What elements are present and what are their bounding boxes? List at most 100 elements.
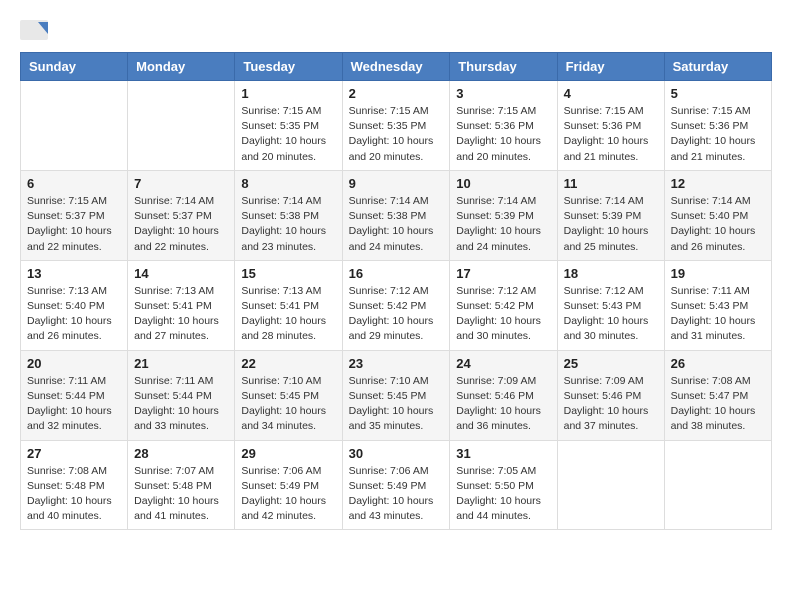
calendar-cell: 3 Sunrise: 7:15 AM Sunset: 5:36 PM Daylig… <box>450 81 557 171</box>
weekday-header-monday: Monday <box>128 53 235 81</box>
day-detail: Sunrise: 7:09 AM Sunset: 5:46 PM Dayligh… <box>564 374 658 435</box>
day-number: 5 <box>671 86 765 101</box>
calendar-cell: 23 Sunrise: 7:10 AM Sunset: 5:45 PM Dayli… <box>342 350 450 440</box>
day-detail: Sunrise: 7:14 AM Sunset: 5:40 PM Dayligh… <box>671 194 765 255</box>
day-number: 7 <box>134 176 228 191</box>
calendar-cell: 19 Sunrise: 7:11 AM Sunset: 5:43 PM Dayli… <box>664 260 771 350</box>
day-number: 24 <box>456 356 550 371</box>
calendar-cell: 7 Sunrise: 7:14 AM Sunset: 5:37 PM Daylig… <box>128 170 235 260</box>
calendar-cell: 28 Sunrise: 7:07 AM Sunset: 5:48 PM Dayli… <box>128 440 235 530</box>
day-number: 20 <box>27 356 121 371</box>
day-number: 4 <box>564 86 658 101</box>
calendar-cell: 22 Sunrise: 7:10 AM Sunset: 5:45 PM Dayli… <box>235 350 342 440</box>
day-number: 15 <box>241 266 335 281</box>
calendar-cell: 14Sunrise: 7:13 AM Sunset: 5:41 PM Dayli… <box>128 260 235 350</box>
day-number: 14 <box>134 266 228 281</box>
day-number: 8 <box>241 176 335 191</box>
day-number: 1 <box>241 86 335 101</box>
day-number: 11 <box>564 176 658 191</box>
day-detail: Sunrise: 7:15 AM Sunset: 5:35 PM Dayligh… <box>241 104 335 165</box>
day-detail: Sunrise: 7:15 AM Sunset: 5:36 PM Dayligh… <box>564 104 658 165</box>
day-detail: Sunrise: 7:14 AM Sunset: 5:39 PM Dayligh… <box>564 194 658 255</box>
day-detail: Sunrise: 7:12 AM Sunset: 5:43 PM Dayligh… <box>564 284 658 345</box>
calendar-cell: 10 Sunrise: 7:14 AM Sunset: 5:39 PM Dayli… <box>450 170 557 260</box>
day-detail: Sunrise: 7:11 AM Sunset: 5:43 PM Dayligh… <box>671 284 765 345</box>
calendar-cell <box>21 81 128 171</box>
day-number: 17 <box>456 266 550 281</box>
day-detail: Sunrise: 7:15 AM Sunset: 5:37 PM Dayligh… <box>27 194 121 255</box>
calendar-cell: 25 Sunrise: 7:09 AM Sunset: 5:46 PM Dayli… <box>557 350 664 440</box>
day-detail: Sunrise: 7:15 AM Sunset: 5:35 PM Dayligh… <box>349 104 444 165</box>
calendar-cell: 11 Sunrise: 7:14 AM Sunset: 5:39 PM Dayli… <box>557 170 664 260</box>
calendar-cell: 17 Sunrise: 7:12 AM Sunset: 5:42 PM Dayli… <box>450 260 557 350</box>
day-number: 26 <box>671 356 765 371</box>
weekday-header-thursday: Thursday <box>450 53 557 81</box>
calendar-cell: 21 Sunrise: 7:11 AM Sunset: 5:44 PM Dayli… <box>128 350 235 440</box>
calendar-cell: 31Sunrise: 7:05 AM Sunset: 5:50 PM Dayli… <box>450 440 557 530</box>
weekday-header-sunday: Sunday <box>21 53 128 81</box>
day-number: 22 <box>241 356 335 371</box>
weekday-header-friday: Friday <box>557 53 664 81</box>
calendar-cell: 30 Sunrise: 7:06 AM Sunset: 5:49 PM Dayli… <box>342 440 450 530</box>
calendar-cell: 16 Sunrise: 7:12 AM Sunset: 5:42 PM Dayli… <box>342 260 450 350</box>
day-detail: Sunrise: 7:07 AM Sunset: 5:48 PM Dayligh… <box>134 464 228 525</box>
calendar-week-row: 1 Sunrise: 7:15 AM Sunset: 5:35 PM Daylig… <box>21 81 772 171</box>
day-number: 16 <box>349 266 444 281</box>
day-detail: Sunrise: 7:11 AM Sunset: 5:44 PM Dayligh… <box>27 374 121 435</box>
weekday-header-saturday: Saturday <box>664 53 771 81</box>
day-detail: Sunrise: 7:13 AM Sunset: 5:40 PM Dayligh… <box>27 284 121 345</box>
calendar-cell: 29 Sunrise: 7:06 AM Sunset: 5:49 PM Dayli… <box>235 440 342 530</box>
calendar-week-row: 20 Sunrise: 7:11 AM Sunset: 5:44 PM Dayli… <box>21 350 772 440</box>
day-number: 10 <box>456 176 550 191</box>
day-number: 25 <box>564 356 658 371</box>
calendar-table: SundayMondayTuesdayWednesdayThursdayFrid… <box>20 52 772 530</box>
logo <box>20 20 54 42</box>
calendar-cell: 20 Sunrise: 7:11 AM Sunset: 5:44 PM Dayli… <box>21 350 128 440</box>
day-number: 9 <box>349 176 444 191</box>
day-detail: Sunrise: 7:08 AM Sunset: 5:48 PM Dayligh… <box>27 464 121 525</box>
day-number: 18 <box>564 266 658 281</box>
day-detail: Sunrise: 7:14 AM Sunset: 5:38 PM Dayligh… <box>349 194 444 255</box>
calendar-week-row: 27Sunrise: 7:08 AM Sunset: 5:48 PM Dayli… <box>21 440 772 530</box>
calendar-cell: 18 Sunrise: 7:12 AM Sunset: 5:43 PM Dayli… <box>557 260 664 350</box>
weekday-header-tuesday: Tuesday <box>235 53 342 81</box>
day-detail: Sunrise: 7:05 AM Sunset: 5:50 PM Dayligh… <box>456 464 550 525</box>
day-detail: Sunrise: 7:14 AM Sunset: 5:37 PM Dayligh… <box>134 194 228 255</box>
weekday-header-wednesday: Wednesday <box>342 53 450 81</box>
day-detail: Sunrise: 7:06 AM Sunset: 5:49 PM Dayligh… <box>349 464 444 525</box>
day-number: 29 <box>241 446 335 461</box>
calendar-week-row: 13Sunrise: 7:13 AM Sunset: 5:40 PM Dayli… <box>21 260 772 350</box>
day-detail: Sunrise: 7:10 AM Sunset: 5:45 PM Dayligh… <box>349 374 444 435</box>
logo-icon <box>20 20 50 42</box>
day-number: 3 <box>456 86 550 101</box>
day-detail: Sunrise: 7:15 AM Sunset: 5:36 PM Dayligh… <box>456 104 550 165</box>
day-detail: Sunrise: 7:13 AM Sunset: 5:41 PM Dayligh… <box>241 284 335 345</box>
day-detail: Sunrise: 7:14 AM Sunset: 5:39 PM Dayligh… <box>456 194 550 255</box>
day-detail: Sunrise: 7:14 AM Sunset: 5:38 PM Dayligh… <box>241 194 335 255</box>
calendar-cell: 4 Sunrise: 7:15 AM Sunset: 5:36 PM Daylig… <box>557 81 664 171</box>
day-number: 12 <box>671 176 765 191</box>
day-detail: Sunrise: 7:10 AM Sunset: 5:45 PM Dayligh… <box>241 374 335 435</box>
page-header <box>20 20 772 42</box>
day-number: 19 <box>671 266 765 281</box>
day-detail: Sunrise: 7:15 AM Sunset: 5:36 PM Dayligh… <box>671 104 765 165</box>
day-detail: Sunrise: 7:09 AM Sunset: 5:46 PM Dayligh… <box>456 374 550 435</box>
day-number: 30 <box>349 446 444 461</box>
day-number: 21 <box>134 356 228 371</box>
day-detail: Sunrise: 7:06 AM Sunset: 5:49 PM Dayligh… <box>241 464 335 525</box>
day-detail: Sunrise: 7:11 AM Sunset: 5:44 PM Dayligh… <box>134 374 228 435</box>
calendar-cell: 6 Sunrise: 7:15 AM Sunset: 5:37 PM Daylig… <box>21 170 128 260</box>
day-number: 6 <box>27 176 121 191</box>
day-detail: Sunrise: 7:08 AM Sunset: 5:47 PM Dayligh… <box>671 374 765 435</box>
day-detail: Sunrise: 7:12 AM Sunset: 5:42 PM Dayligh… <box>349 284 444 345</box>
calendar-cell: 15 Sunrise: 7:13 AM Sunset: 5:41 PM Dayli… <box>235 260 342 350</box>
calendar-cell: 2Sunrise: 7:15 AM Sunset: 5:35 PM Daylig… <box>342 81 450 171</box>
day-number: 28 <box>134 446 228 461</box>
calendar-cell <box>128 81 235 171</box>
calendar-cell: 26 Sunrise: 7:08 AM Sunset: 5:47 PM Dayli… <box>664 350 771 440</box>
day-detail: Sunrise: 7:12 AM Sunset: 5:42 PM Dayligh… <box>456 284 550 345</box>
calendar-header-row: SundayMondayTuesdayWednesdayThursdayFrid… <box>21 53 772 81</box>
day-number: 23 <box>349 356 444 371</box>
calendar-cell: 12 Sunrise: 7:14 AM Sunset: 5:40 PM Dayli… <box>664 170 771 260</box>
calendar-cell: 27Sunrise: 7:08 AM Sunset: 5:48 PM Dayli… <box>21 440 128 530</box>
